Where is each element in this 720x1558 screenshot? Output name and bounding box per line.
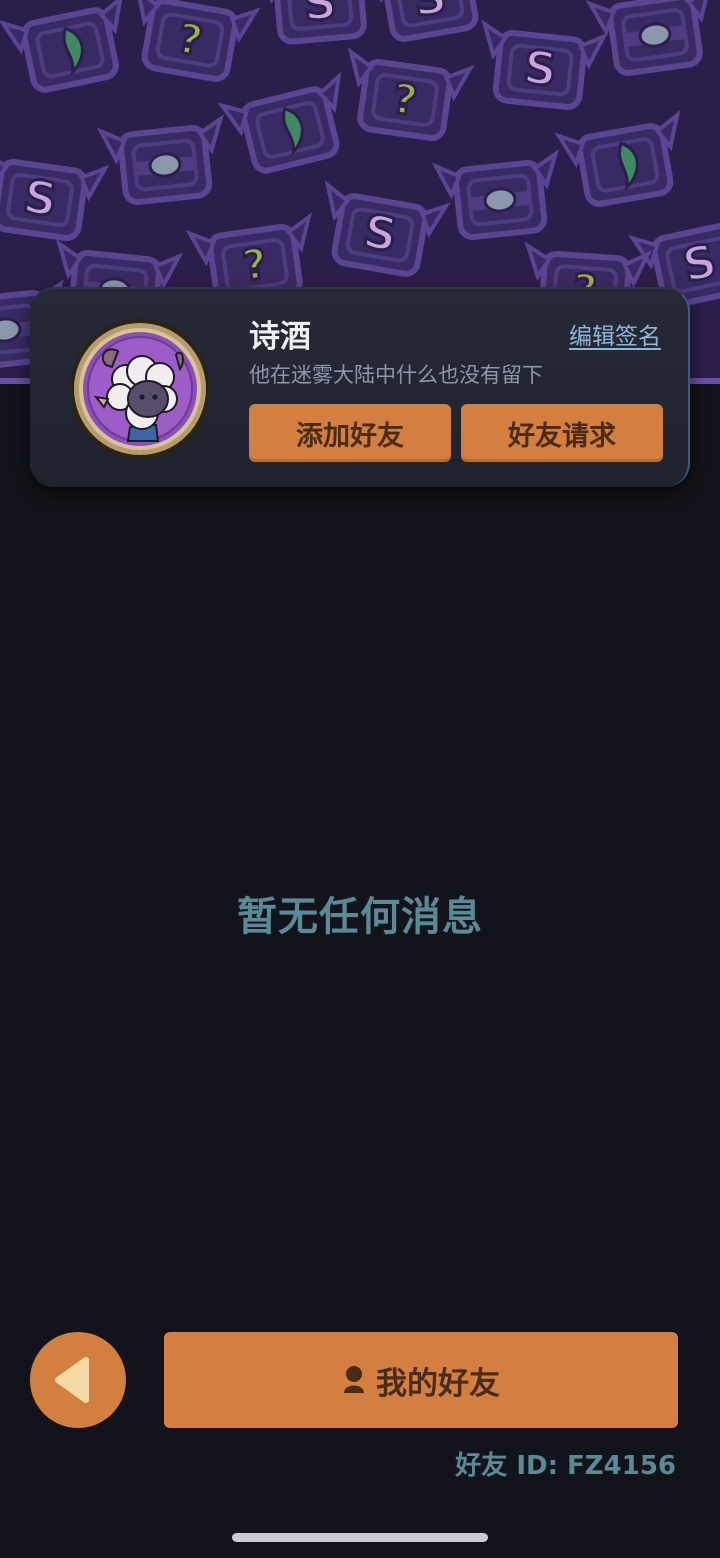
my-friends-label: 我的好友 (376, 1365, 500, 1402)
friend-id-text: 好友 ID: FZ4156 (455, 1451, 676, 1481)
friend-requests-button[interactable]: 好友请求 (461, 404, 663, 462)
sheep-avatar-icon (70, 319, 210, 459)
empty-state-message: 暂无任何消息 (237, 894, 483, 940)
edit-signature-link[interactable]: 编辑签名 (569, 317, 661, 351)
person-icon (344, 1366, 364, 1393)
profile-card: 诗酒 编辑签名 他在迷雾大陆中什么也没有留下 添加好友 好友请求 (30, 287, 690, 487)
home-indicator[interactable] (232, 1533, 488, 1542)
username: 诗酒 (249, 319, 311, 355)
my-friends-button[interactable]: 我的好友 (164, 1332, 678, 1428)
avatar[interactable] (68, 317, 212, 461)
add-friend-button[interactable]: 添加好友 (249, 404, 451, 462)
back-arrow-icon (55, 1357, 89, 1403)
back-button[interactable] (30, 1332, 126, 1428)
signature-text: 他在迷雾大陆中什么也没有留下 (249, 363, 543, 387)
